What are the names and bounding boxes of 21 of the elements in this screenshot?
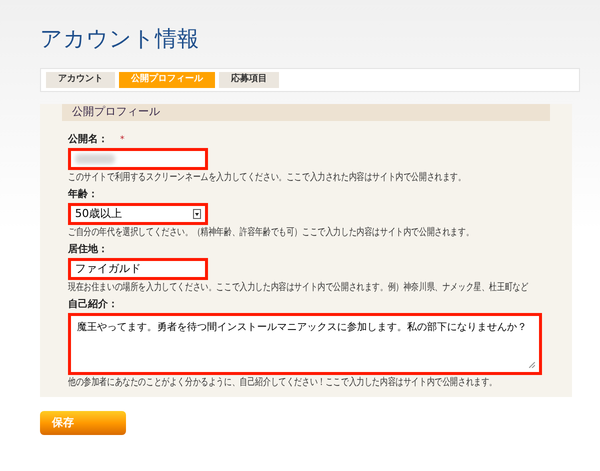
textarea-value: 魔王やってます。勇者を待つ間インストールマニアックスに参加します。私の部下になりませんか？ (77, 322, 527, 333)
field-label: 公開名： (68, 134, 108, 146)
tab[interactable]: アカウント (46, 72, 115, 88)
field-label: 自己紹介： (68, 299, 118, 311)
field-hint: このサイトで利用するスクリーンネームを入力してください。ここで入力された内容はサイト内で公開されます。 (68, 172, 466, 184)
section-title: 公開プロフィール (72, 104, 160, 120)
text-field[interactable]: ファイガルド (68, 258, 208, 280)
field-label: 年齢： (68, 189, 98, 201)
field-hint: 他の参加者にあなたのことがよく分かるように、自己紹介してください！ここで入力した内容はサイト内で公開されます。 (68, 377, 497, 389)
text-field[interactable] (68, 148, 208, 170)
age-select[interactable]: 50歳以上 (68, 203, 208, 225)
field-hint: 現在お住まいの場所を入力してください。ここで入力した内容はサイト内で公開されます。例）神奈川県、ナメック星、杜王町など (68, 282, 528, 294)
field-label: 居住地： (68, 244, 108, 256)
field-value: ファイガルド (75, 260, 141, 277)
page-title: アカウント情報 (40, 26, 199, 54)
required-mark: * (120, 134, 124, 146)
tab[interactable]: 応募項目 (219, 72, 279, 88)
field-hint: ご自分の年代を選択してください。（精神年齢、許容年齢でも可）ここで入力した内容はサイト内で公開されます。 (68, 227, 474, 239)
select-value: 50歳以上 (75, 206, 122, 222)
resize-handle-icon (529, 362, 535, 368)
introduction-textarea[interactable]: 魔王やってます。勇者を待つ間インストールマニアックスに参加します。私の部下になりませんか？ (68, 313, 542, 375)
